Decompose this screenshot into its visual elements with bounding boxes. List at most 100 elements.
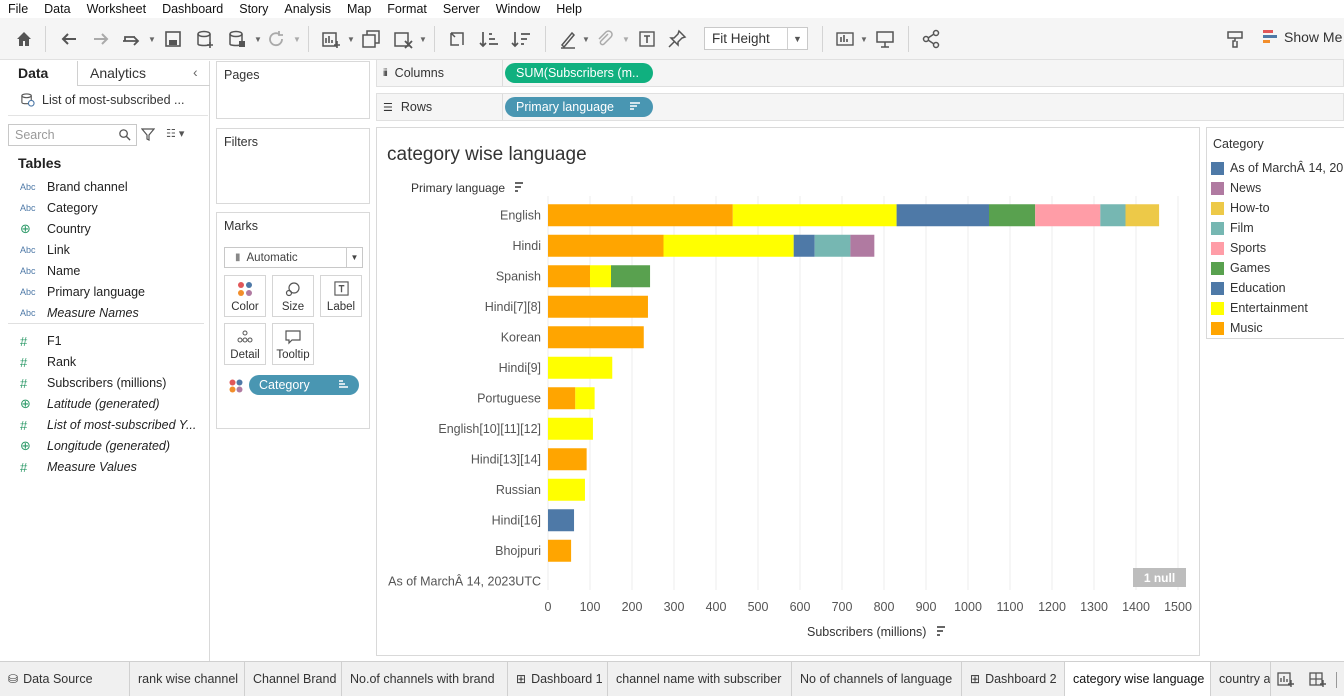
- redo-icon[interactable]: [90, 28, 112, 50]
- sheet-tab[interactable]: ⛁ Data Source: [0, 662, 130, 696]
- menu-server[interactable]: Server: [443, 2, 480, 16]
- pause-datasource-icon[interactable]: [226, 28, 248, 50]
- rows-shelf: ☰ Rows Primary language: [376, 93, 1344, 121]
- paperclip-icon[interactable]: [594, 28, 616, 50]
- chevron-down-icon[interactable]: ▼: [148, 35, 156, 44]
- field-item[interactable]: Abc Category: [20, 199, 98, 217]
- chevron-down-icon[interactable]: ▼: [419, 35, 427, 44]
- legend-item[interactable]: As of MarchÂ 14, 20..: [1211, 161, 1344, 175]
- legend-item[interactable]: Film: [1211, 221, 1254, 235]
- refresh-icon[interactable]: [265, 28, 287, 50]
- field-item[interactable]: ⊕ Longitude (generated): [20, 437, 170, 455]
- sort-descending-icon[interactable]: [510, 28, 532, 50]
- detail-button[interactable]: Detail: [224, 323, 266, 365]
- sheet-tab[interactable]: Channel Brand: [245, 662, 342, 696]
- view-options-icon[interactable]: ☷ ▾: [166, 127, 184, 140]
- field-item[interactable]: # List of most-subscribed Y...: [20, 416, 196, 434]
- pages-card[interactable]: Pages: [216, 61, 370, 119]
- legend-item[interactable]: Sports: [1211, 241, 1266, 255]
- legend-item[interactable]: How-to: [1211, 201, 1270, 215]
- field-name: Country: [47, 222, 91, 236]
- field-item[interactable]: Abc Primary language: [20, 283, 145, 301]
- size-button[interactable]: Size: [272, 275, 314, 317]
- sheet-tab[interactable]: ⊞ Dashboard 2: [962, 662, 1065, 696]
- chevron-down-icon[interactable]: ▼: [622, 35, 630, 44]
- field-item[interactable]: Abc Link: [20, 241, 70, 259]
- share-icon[interactable]: [920, 28, 942, 50]
- rows-pill[interactable]: Primary language: [505, 97, 653, 117]
- menu-map[interactable]: Map: [347, 2, 371, 16]
- sheet-tab[interactable]: category wise language: [1065, 662, 1211, 696]
- field-item[interactable]: ⊕ Country: [20, 220, 91, 238]
- undo-icon[interactable]: [58, 28, 80, 50]
- legend-item[interactable]: News: [1211, 181, 1261, 195]
- new-datasource-icon[interactable]: [194, 28, 216, 50]
- category-pill[interactable]: Category: [249, 375, 359, 395]
- field-item[interactable]: Abc Measure Names: [20, 304, 139, 322]
- sheet-tab[interactable]: No.of channels with brand: [342, 662, 508, 696]
- chevron-down-icon[interactable]: ▼: [347, 35, 355, 44]
- format-painter-icon[interactable]: [1224, 28, 1246, 50]
- filters-card[interactable]: Filters: [216, 128, 370, 204]
- chevron-down-icon[interactable]: ▼: [254, 35, 262, 44]
- sheet-tab[interactable]: ⊞ Dashboard 1: [508, 662, 608, 696]
- save-icon[interactable]: [162, 28, 184, 50]
- menu-window[interactable]: Window: [496, 2, 540, 16]
- pin-icon[interactable]: [666, 28, 688, 50]
- color-button[interactable]: Color: [224, 275, 266, 317]
- fit-dropdown[interactable]: Fit Height ▼: [704, 27, 808, 50]
- text-label-icon[interactable]: [636, 28, 658, 50]
- field-item[interactable]: # F1: [20, 332, 62, 350]
- swap-redo-icon[interactable]: [120, 28, 142, 50]
- highlight-icon[interactable]: [557, 28, 579, 50]
- new-worksheet-tab-icon[interactable]: [1277, 670, 1295, 691]
- legend-item[interactable]: Entertainment: [1211, 301, 1308, 315]
- menu-dashboard[interactable]: Dashboard: [162, 2, 223, 16]
- menu-help[interactable]: Help: [556, 2, 582, 16]
- collapse-pane-icon[interactable]: ‹: [193, 64, 198, 80]
- filter-icon[interactable]: [141, 127, 155, 141]
- datasource-item[interactable]: List of most-subscribed ...: [20, 92, 184, 107]
- swap-axes-icon[interactable]: [446, 28, 468, 50]
- null-indicator[interactable]: 1 null: [1133, 568, 1186, 587]
- legend-item[interactable]: Education: [1211, 281, 1286, 295]
- field-item[interactable]: # Subscribers (millions): [20, 374, 166, 392]
- sheet-tab[interactable]: rank wise channel: [130, 662, 245, 696]
- menu-file[interactable]: File: [8, 2, 28, 16]
- search-input[interactable]: Search: [8, 124, 137, 146]
- tab-analytics[interactable]: Analytics: [90, 65, 146, 81]
- sheet-tab[interactable]: country a: [1211, 662, 1271, 696]
- sheet-tab[interactable]: channel name with subscriber: [608, 662, 792, 696]
- duplicate-sheet-icon[interactable]: [360, 28, 382, 50]
- new-dashboard-tab-icon[interactable]: [1309, 670, 1327, 691]
- field-item[interactable]: ⊕ Latitude (generated): [20, 395, 160, 413]
- home-icon[interactable]: [13, 28, 35, 50]
- tooltip-button[interactable]: Tooltip: [272, 323, 314, 365]
- columns-pill[interactable]: SUM(Subscribers (m..: [505, 63, 653, 83]
- new-worksheet-icon[interactable]: [320, 28, 342, 50]
- menu-data[interactable]: Data: [44, 2, 70, 16]
- legend-item[interactable]: Games: [1211, 261, 1270, 275]
- sheet-tab[interactable]: No of channels of language: [792, 662, 962, 696]
- legend-item[interactable]: Music: [1211, 321, 1263, 335]
- mark-type-dropdown[interactable]: ▮ Automatic ▼: [224, 247, 363, 268]
- chevron-down-icon[interactable]: ▼: [582, 35, 590, 44]
- chevron-down-icon[interactable]: ▼: [860, 35, 868, 44]
- menu-story[interactable]: Story: [239, 2, 268, 16]
- menu-format[interactable]: Format: [387, 2, 427, 16]
- sort-ascending-icon[interactable]: [478, 28, 500, 50]
- field-item[interactable]: # Rank: [20, 353, 76, 371]
- menu-worksheet[interactable]: Worksheet: [87, 2, 147, 16]
- clear-sheet-icon[interactable]: [392, 28, 414, 50]
- presentation-icon[interactable]: [874, 28, 896, 50]
- show-cards-icon[interactable]: [834, 28, 856, 50]
- tab-data[interactable]: Data: [0, 61, 78, 86]
- field-item[interactable]: Abc Brand channel: [20, 178, 128, 196]
- field-item[interactable]: Abc Name: [20, 262, 80, 280]
- show-me-button[interactable]: Show Me: [1262, 29, 1342, 45]
- label-button[interactable]: Label: [320, 275, 362, 317]
- row-header: Primary language: [411, 181, 505, 195]
- menu-analysis[interactable]: Analysis: [284, 2, 331, 16]
- chevron-down-icon[interactable]: ▼: [293, 35, 301, 44]
- field-item[interactable]: # Measure Values: [20, 458, 137, 476]
